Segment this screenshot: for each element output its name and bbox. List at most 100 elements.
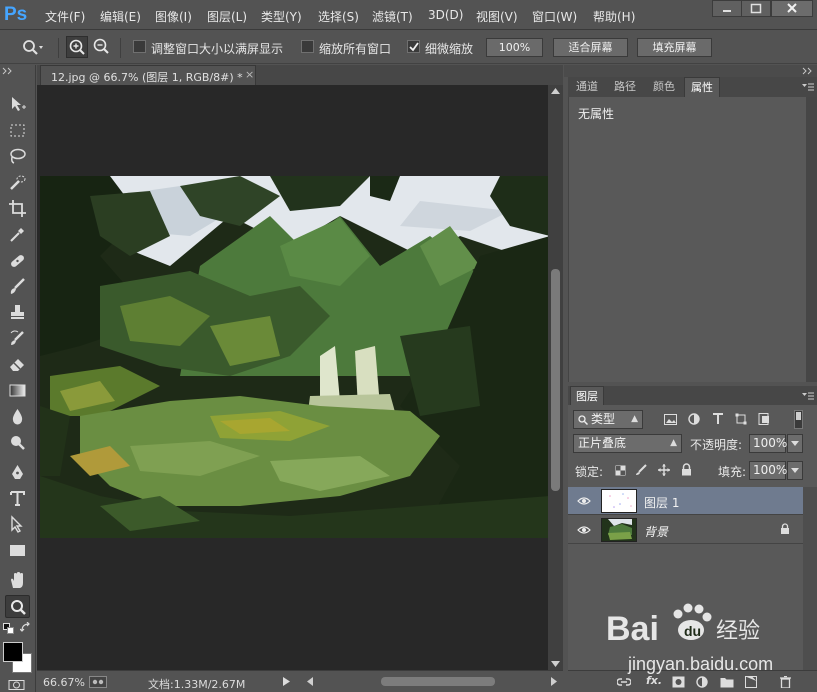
chevron-down-icon: ▲︎ (670, 438, 677, 448)
move-tool[interactable] (5, 93, 30, 116)
clone-stamp-tool[interactable] (5, 301, 30, 324)
menu-edit[interactable]: 编辑(E) (100, 8, 141, 25)
layer-filter-dropdown[interactable]: 类型 ▲︎ (573, 410, 643, 429)
filter-pixel-icon[interactable] (664, 414, 677, 425)
hand-tool[interactable] (5, 569, 30, 592)
zoom-tool-icon[interactable] (22, 39, 44, 55)
horizontal-scrollbar-thumb[interactable] (381, 677, 495, 686)
status-menu-arrow-icon[interactable] (283, 677, 290, 686)
layers-scrollbar[interactable] (803, 487, 817, 670)
fill-field[interactable]: 100% (749, 461, 787, 480)
gradient-tool[interactable] (5, 379, 30, 402)
collapse-toolbox-icon[interactable] (2, 67, 14, 75)
type-tool[interactable] (5, 487, 30, 510)
vertical-scrollbar-thumb[interactable] (551, 269, 560, 491)
eyedropper-tool[interactable] (5, 223, 30, 246)
move-icon (12, 97, 26, 111)
menu-help[interactable]: 帮助(H) (593, 8, 635, 25)
menu-view[interactable]: 视图(V) (476, 8, 518, 25)
fit-screen-button[interactable]: 适合屏幕 (553, 38, 628, 57)
lock-position-icon[interactable] (658, 464, 670, 476)
quick-selection-tool[interactable] (5, 171, 30, 194)
minimize-button[interactable] (712, 0, 742, 17)
vertical-scrollbar[interactable] (548, 85, 563, 670)
tab-paths[interactable]: 路径 (607, 77, 643, 97)
menu-select[interactable]: 选择(S) (318, 8, 359, 25)
tab-properties[interactable]: 属性 (684, 77, 720, 97)
zoom-level[interactable]: 66.67% (43, 676, 85, 689)
menu-filter[interactable]: 滤镜(T) (372, 8, 413, 25)
filter-adjustment-icon[interactable] (688, 413, 700, 425)
marquee-icon (10, 124, 25, 137)
path-selection-tool[interactable] (5, 513, 30, 536)
menu-file[interactable]: 文件(F) (45, 8, 85, 25)
opacity-field[interactable]: 100% (749, 434, 787, 453)
panel-menu-icon[interactable] (802, 83, 814, 91)
resize-windows-checkbox[interactable] (133, 40, 146, 53)
dodge-tool[interactable] (5, 431, 30, 454)
tab-layers[interactable]: 图层 (570, 386, 604, 405)
fill-slider-toggle[interactable] (787, 461, 803, 480)
fill-screen-button[interactable]: 填充屏幕 (637, 38, 712, 57)
menu-type[interactable]: 类型(Y) (261, 8, 302, 25)
zoom-all-windows-label: 缩放所有窗口 (319, 42, 392, 56)
close-document-icon[interactable]: × (245, 68, 254, 81)
lock-all-icon[interactable] (681, 463, 692, 476)
zoom-tool[interactable] (5, 595, 30, 618)
default-colors-icon[interactable] (3, 623, 15, 635)
quick-mask-icon[interactable] (8, 680, 28, 690)
image-canvas[interactable] (40, 176, 550, 538)
scroll-down-icon[interactable] (551, 661, 560, 667)
shape-tool[interactable] (5, 539, 30, 562)
visibility-eye-icon[interactable] (577, 524, 591, 538)
layer-row[interactable]: 背景 (568, 516, 803, 544)
lock-transparency-icon[interactable] (615, 465, 626, 476)
tab-color[interactable]: 颜色 (646, 77, 682, 97)
tab-channels[interactable]: 通道 (570, 77, 604, 97)
layer-row[interactable]: 图层 1 (568, 487, 803, 515)
blur-tool[interactable] (5, 405, 30, 428)
history-brush-tool[interactable] (5, 327, 30, 350)
visibility-eye-icon[interactable] (577, 495, 591, 509)
opacity-slider-toggle[interactable] (787, 434, 803, 453)
maximize-button[interactable] (741, 0, 771, 17)
filter-toggle[interactable] (794, 410, 803, 429)
eraser-tool[interactable] (5, 353, 30, 376)
filter-type-icon[interactable] (712, 413, 724, 425)
menu-image[interactable]: 图像(I) (155, 8, 192, 25)
menu-window[interactable]: 窗口(W) (532, 8, 577, 25)
collapse-panels-icon[interactable] (802, 67, 814, 75)
foreground-color-swatch[interactable] (3, 642, 23, 662)
layers-panel-menu-icon[interactable] (802, 392, 814, 400)
crop-tool[interactable] (5, 197, 30, 220)
brush-tool[interactable] (5, 275, 30, 298)
document-tab[interactable]: 12.jpg @ 66.7% (图层 1, RGB/8#) * × (40, 65, 256, 85)
zoom-all-windows-checkbox[interactable] (301, 40, 314, 53)
blend-mode-dropdown[interactable]: 正片叠底 ▲︎ (573, 434, 682, 453)
zoom-out-icon (93, 38, 109, 54)
scrubby-zoom-checkbox[interactable] (407, 40, 420, 53)
swap-colors-icon[interactable] (20, 622, 32, 634)
filter-smart-object-icon[interactable] (758, 413, 770, 425)
scroll-left-icon[interactable] (307, 677, 313, 686)
lock-image-pixels-icon[interactable] (635, 464, 647, 476)
zoom-in-button[interactable] (66, 36, 88, 58)
filter-shape-icon[interactable] (735, 413, 747, 425)
layer-thumbnail-texture (609, 493, 632, 508)
zoom-100-button[interactable]: 100% (486, 38, 543, 57)
marquee-tool[interactable] (5, 119, 30, 142)
menu-layer[interactable]: 图层(L) (207, 8, 247, 25)
document-size: 文档:1.33M/2.67M (148, 678, 246, 691)
menu-3d[interactable]: 3D(D) (428, 8, 463, 22)
scroll-up-icon[interactable] (551, 88, 560, 94)
properties-scrollbar[interactable] (806, 97, 817, 382)
status-info-icon[interactable] (89, 676, 107, 688)
healing-brush-tool[interactable] (5, 249, 30, 272)
pen-tool[interactable] (5, 461, 30, 484)
lasso-tool[interactable] (5, 145, 30, 168)
close-button[interactable] (771, 0, 813, 17)
scroll-right-icon[interactable] (551, 677, 557, 686)
eraser-icon (10, 359, 24, 371)
status-bar: 66.67% 文档:1.33M/2.67M (37, 670, 563, 692)
zoom-out-button[interactable] (91, 36, 113, 58)
